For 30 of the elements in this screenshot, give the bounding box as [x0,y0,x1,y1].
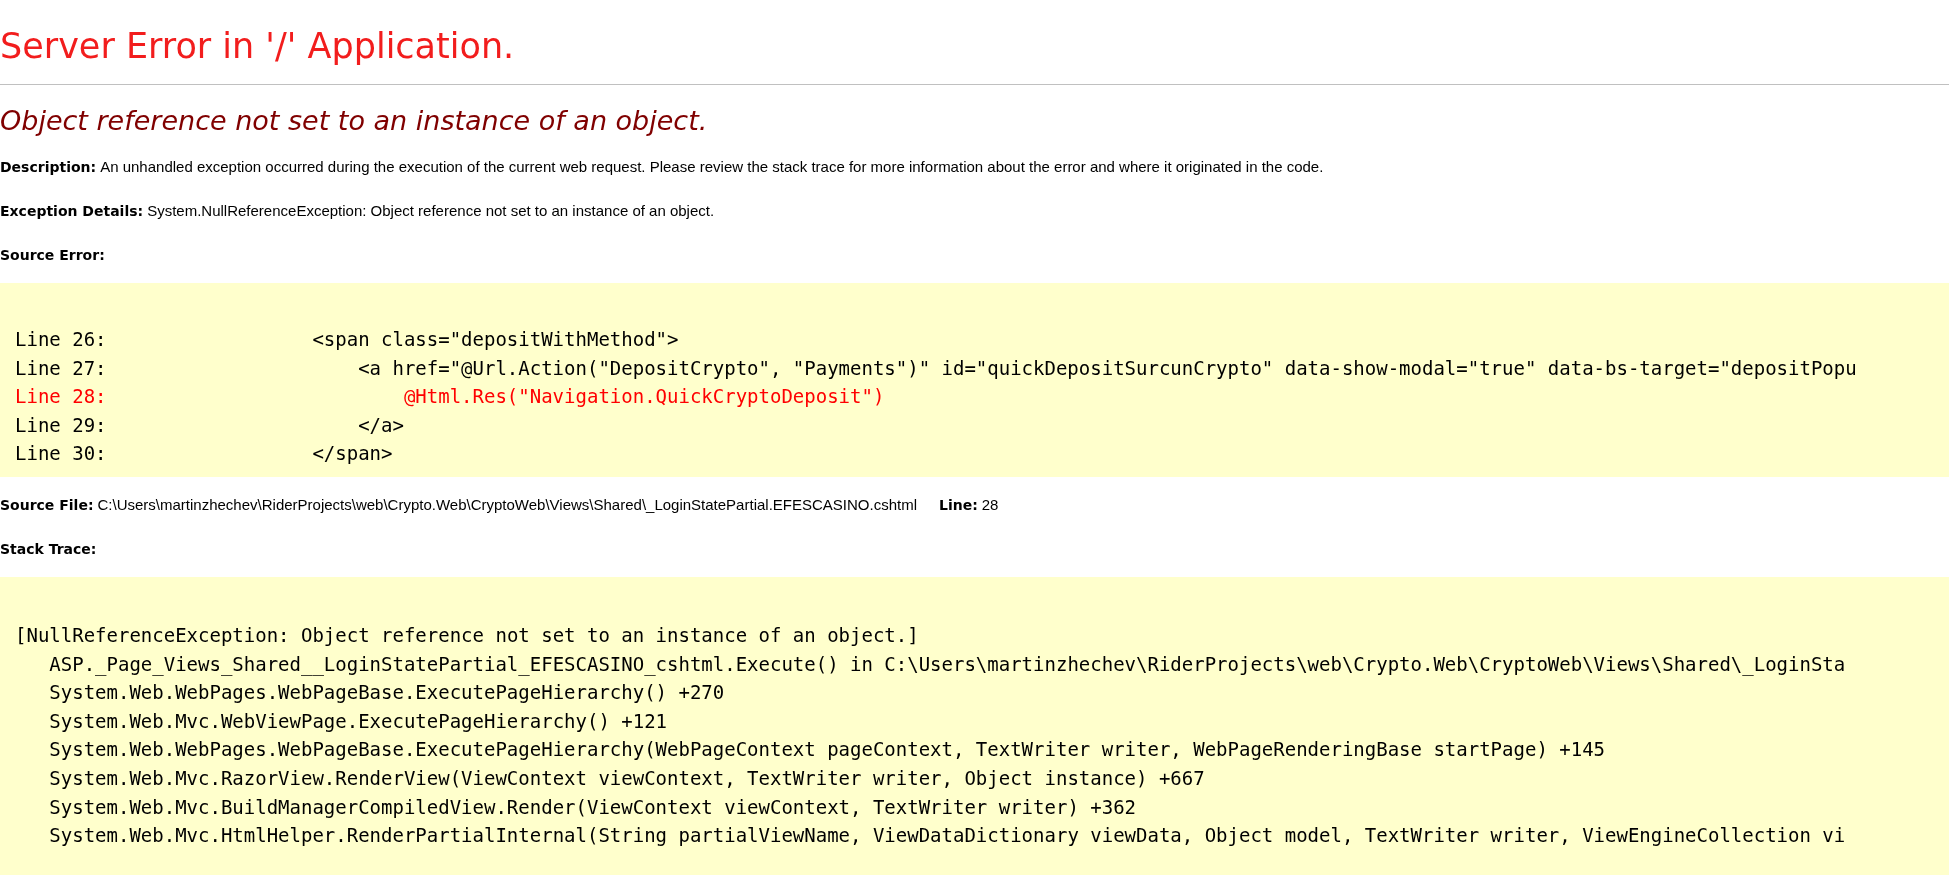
field-label: Source File: [0,496,94,513]
error-message: Object reference not set to an instance of an object. [0,104,708,138]
code-line: <span class="depositWithMethod"> [311,327,679,352]
stack-trace-line: ASP._Page_Views_Shared__LoginStatePartial_EFESCASINO_cshtml.Execute() in C:\Users\martinzhechev\RiderProjects\web\Crypto.Web\CryptoWeb\Views\Shared\_LoginSta [49,651,1846,678]
field-label: Line: [939,496,978,513]
field-label: Description: [0,159,97,175]
field-value: System.NullReferenceException: Object reference not set to an instance of an object. [147,202,715,219]
line-value: 28 [981,495,999,513]
page-title: Server Error in '/' Application. [0,25,515,68]
field-value: An unhandled exception occurred during the execution of the current web request. Please review the stack trace for more information about the error and where it originated in the code. [100,158,1324,175]
section-label: Source Error: [0,247,105,263]
code-line: </span> [311,441,393,467]
stack-trace-line: System.Web.Mvc.BuildManagerCompiledView.Render(ViewContext viewContext, TextWriter writer) +362 [49,794,1136,820]
stack-trace-line: [NullReferenceException: Object reference not set to an instance of an object.] [15,622,919,648]
line-number: Line 28: [15,384,107,410]
line-number: Line 27: [15,355,107,381]
section-label: Stack Trace: [0,540,97,557]
code-line: </a> [357,412,404,438]
line-number: Line 30: [15,441,107,467]
code-line: @Html.Res("Navigation.QuickCryptoDeposit") [402,384,885,410]
code-line: <a href="@Url.Action("DepositCrypto", "Payments")" id="quickDepositSurcunCrypto" data-show-modal="true" data-bs-target="depositPopu [357,355,1857,381]
line-number: Line 26: [15,327,107,352]
stack-trace-line: System.Web.WebPages.WebPageBase.ExecutePageHierarchy(WebPageContext pageContext, TextWriter writer, WebPageRenderingBase startPage) +145 [49,737,1605,763]
file-path: C:\Users\martinzhechev\RiderProjects\web\Crypto.Web\CryptoWeb\Views\Shared\_LoginStatePartial.EFESCASINO.cshtml [97,495,917,513]
stack-trace-line: System.Web.Mvc.HtmlHelper.RenderPartialInternal(String partialViewName, ViewDataDictionary viewData, Object model, TextWriter writer, ViewEngineCollection vi [49,823,1846,849]
stack-trace-line: System.Web.Mvc.RazorView.RenderView(ViewContext viewContext, TextWriter writer, Object instance) +667 [49,765,1205,791]
stack-trace-line: System.Web.WebPages.WebPageBase.ExecutePageHierarchy() +270 [49,680,725,706]
field-label: Exception Details: [0,203,144,219]
stack-trace-line: System.Web.Mvc.WebViewPage.ExecutePageHierarchy() +121 [49,708,668,734]
line-number: Line 29: [15,412,107,438]
